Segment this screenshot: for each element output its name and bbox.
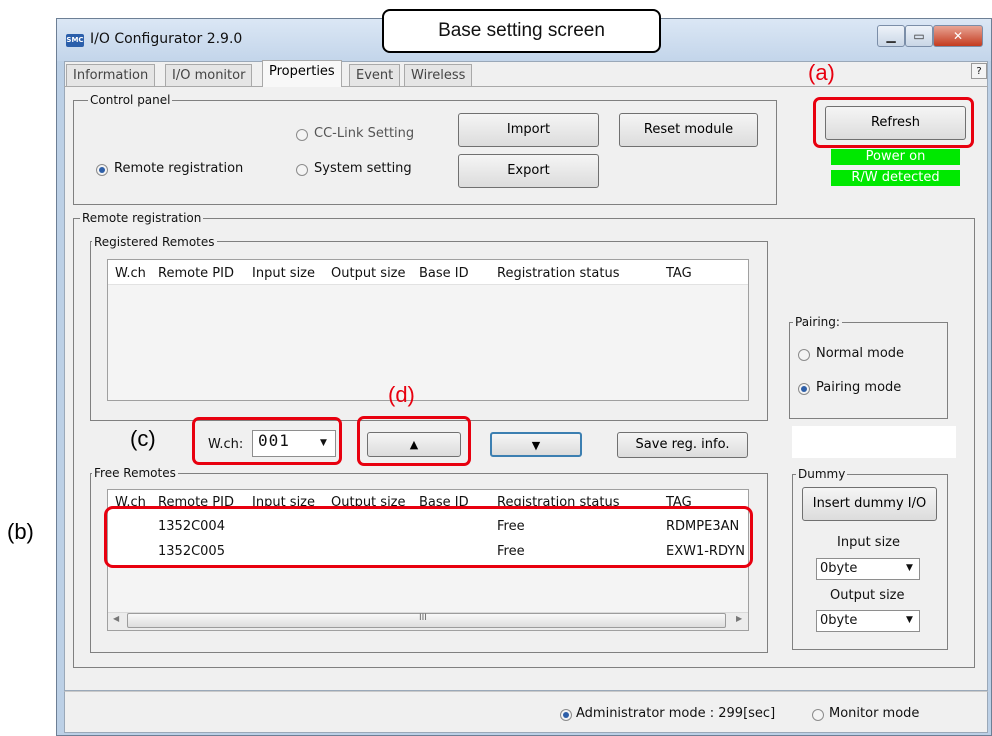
callout-c: (c) xyxy=(130,426,156,451)
pairing-mode-label: Pairing mode xyxy=(816,380,902,395)
system-setting-label: System setting xyxy=(314,161,412,176)
remote-registration-label: Remote registration xyxy=(114,161,244,176)
cc-link-label: CC-Link Setting xyxy=(314,126,415,141)
insert-dummy-io-button[interactable]: Insert dummy I/O xyxy=(802,487,937,521)
reg-col-remote-pid[interactable]: Remote PID xyxy=(158,266,234,281)
wch-label: W.ch: xyxy=(208,437,244,452)
scroll-left-icon[interactable]: ◀ xyxy=(113,614,119,623)
tab-io-monitor[interactable]: I/O monitor xyxy=(165,64,253,86)
reg-col-tag[interactable]: TAG xyxy=(666,266,692,281)
reg-col-input-size[interactable]: Input size xyxy=(252,266,315,281)
chevron-down-icon: ▼ xyxy=(906,615,913,625)
normal-mode-radio[interactable] xyxy=(798,349,810,361)
rw-detected-status: R/W detected xyxy=(831,170,960,186)
free-rows-highlight xyxy=(104,506,753,568)
system-setting-radio[interactable] xyxy=(296,164,308,176)
reg-col-registration-status[interactable]: Registration status xyxy=(497,266,619,281)
base-setting-callout: Base setting screen xyxy=(382,9,661,53)
pairing-mode-radio[interactable] xyxy=(798,383,810,395)
power-on-status: Power on xyxy=(831,149,960,165)
monitor-mode-label: Monitor mode xyxy=(829,706,920,721)
import-button[interactable]: Import xyxy=(458,113,599,147)
unregister-down-button[interactable]: ▼ xyxy=(490,432,582,457)
cc-link-radio[interactable] xyxy=(296,129,308,141)
chevron-down-icon: ▼ xyxy=(320,438,327,448)
dummy-legend: Dummy xyxy=(796,467,848,481)
scroll-grip-icon: III xyxy=(419,613,427,623)
wch-value: 001 xyxy=(258,431,290,450)
administrator-mode-label: Administrator mode : 299[sec] xyxy=(576,706,776,721)
maximize-icon[interactable]: ▭ xyxy=(905,25,933,47)
reg-col-output-size[interactable]: Output size xyxy=(331,266,406,281)
output-size-value: 0byte xyxy=(820,613,858,628)
callout-b: (b) xyxy=(7,519,34,544)
pairing-legend: Pairing: xyxy=(793,315,842,329)
input-size-label: Input size xyxy=(837,535,901,550)
tab-information[interactable]: Information xyxy=(66,64,156,86)
callout-a: (a) xyxy=(808,60,835,85)
window-title: I/O Configurator 2.9.0 xyxy=(90,31,243,47)
administrator-mode-radio[interactable] xyxy=(560,709,572,721)
close-icon[interactable]: ✕ xyxy=(933,25,983,47)
callout-d: (d) xyxy=(388,382,415,407)
reg-col-base-id[interactable]: Base ID xyxy=(419,266,469,281)
normal-mode-label: Normal mode xyxy=(816,346,905,361)
remote-registration-radio[interactable] xyxy=(96,164,108,176)
save-reg-info-button[interactable]: Save reg. info. xyxy=(617,432,748,458)
remote-registration-legend: Remote registration xyxy=(80,211,204,225)
monitor-mode-radio[interactable] xyxy=(812,709,824,721)
tab-properties[interactable]: Properties xyxy=(262,60,342,87)
output-size-label: Output size xyxy=(830,588,905,603)
register-up-button[interactable]: ▲ xyxy=(367,432,461,457)
chevron-down-icon: ▼ xyxy=(906,563,913,573)
tab-event[interactable]: Event xyxy=(349,64,401,86)
refresh-highlight xyxy=(813,97,974,148)
export-button[interactable]: Export xyxy=(458,154,599,188)
minimize-icon[interactable]: ▁ xyxy=(877,25,905,47)
free-remotes-legend: Free Remotes xyxy=(92,466,178,480)
reg-col-wch[interactable]: W.ch xyxy=(115,266,146,281)
pairing-group xyxy=(789,322,948,419)
registered-remotes-legend: Registered Remotes xyxy=(92,235,217,249)
input-size-value: 0byte xyxy=(820,561,858,576)
app-icon: SMC xyxy=(66,34,84,47)
control-panel-legend: Control panel xyxy=(88,93,173,107)
reset-module-button[interactable]: Reset module xyxy=(619,113,758,147)
help-icon[interactable]: ? xyxy=(971,63,987,79)
tab-wireless[interactable]: Wireless xyxy=(404,64,473,86)
scroll-right-icon[interactable]: ▶ xyxy=(736,614,742,623)
blank-field xyxy=(792,426,956,458)
